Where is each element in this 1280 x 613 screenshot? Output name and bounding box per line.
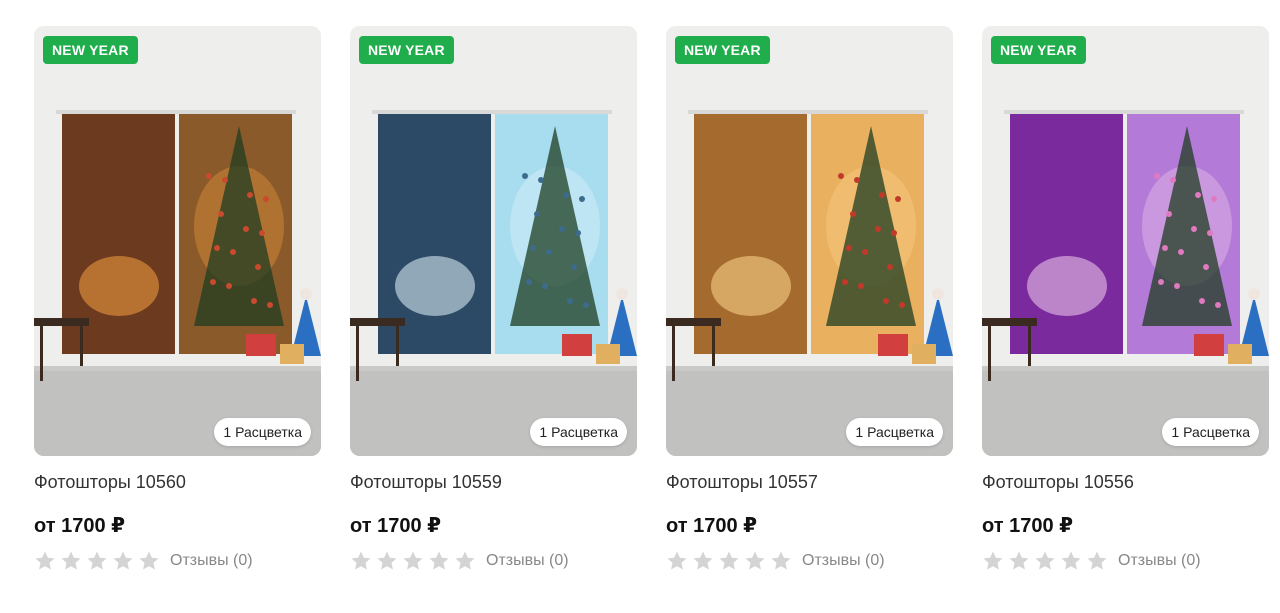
star-rating[interactable]	[350, 550, 478, 572]
star-icon[interactable]	[86, 550, 110, 572]
rating-row: Отзывы (0)	[982, 550, 1269, 572]
product-price: от 1700 ₽	[666, 515, 758, 537]
curtain-photo	[982, 26, 1269, 456]
new-year-badge: NEW YEAR	[43, 36, 138, 64]
product-title[interactable]: Фотошторы 10560	[34, 472, 321, 493]
star-icon[interactable]	[744, 550, 768, 572]
rating-row: Отзывы (0)	[34, 550, 321, 572]
color-variants-chip[interactable]: 1 Расцветка	[846, 418, 943, 446]
star-icon[interactable]	[350, 550, 374, 572]
star-icon[interactable]	[982, 550, 1006, 572]
color-variants-chip[interactable]: 1 Расцветка	[1162, 418, 1259, 446]
curtain-photo	[350, 26, 637, 456]
new-year-badge: NEW YEAR	[675, 36, 770, 64]
star-icon[interactable]	[1008, 550, 1032, 572]
new-year-badge: NEW YEAR	[359, 36, 454, 64]
star-icon[interactable]	[60, 550, 84, 572]
reviews-link[interactable]: Отзывы (0)	[486, 552, 569, 570]
star-icon[interactable]	[1086, 550, 1110, 572]
star-icon[interactable]	[138, 550, 162, 572]
star-icon[interactable]	[1034, 550, 1058, 572]
star-rating[interactable]	[982, 550, 1110, 572]
star-icon[interactable]	[454, 550, 478, 572]
product-card[interactable]: NEW YEAR 1 Расцветка Фотошторы 10560 от …	[34, 26, 321, 572]
product-price: от 1700 ₽	[982, 515, 1074, 537]
rating-row: Отзывы (0)	[666, 550, 953, 572]
curtain-photo	[666, 26, 953, 456]
product-image[interactable]: NEW YEAR 1 Расцветка	[982, 26, 1269, 456]
product-title[interactable]: Фотошторы 10559	[350, 472, 637, 493]
reviews-link[interactable]: Отзывы (0)	[170, 552, 253, 570]
product-card[interactable]: NEW YEAR 1 Расцветка Фотошторы 10556 от …	[982, 26, 1269, 572]
star-rating[interactable]	[666, 550, 794, 572]
star-icon[interactable]	[428, 550, 452, 572]
reviews-link[interactable]: Отзывы (0)	[1118, 552, 1201, 570]
star-icon[interactable]	[770, 550, 794, 572]
rating-row: Отзывы (0)	[350, 550, 637, 572]
star-icon[interactable]	[34, 550, 58, 572]
product-card[interactable]: NEW YEAR 1 Расцветка Фотошторы 10559 от …	[350, 26, 637, 572]
star-icon[interactable]	[1060, 550, 1084, 572]
star-icon[interactable]	[692, 550, 716, 572]
star-rating[interactable]	[34, 550, 162, 572]
product-title[interactable]: Фотошторы 10557	[666, 472, 953, 493]
star-icon[interactable]	[718, 550, 742, 572]
star-icon[interactable]	[376, 550, 400, 572]
product-grid: NEW YEAR 1 Расцветка Фотошторы 10560 от …	[34, 26, 1269, 572]
product-image[interactable]: NEW YEAR 1 Расцветка	[34, 26, 321, 456]
color-variants-chip[interactable]: 1 Расцветка	[530, 418, 627, 446]
new-year-badge: NEW YEAR	[991, 36, 1086, 64]
star-icon[interactable]	[402, 550, 426, 572]
product-image[interactable]: NEW YEAR 1 Расцветка	[666, 26, 953, 456]
reviews-link[interactable]: Отзывы (0)	[802, 552, 885, 570]
color-variants-chip[interactable]: 1 Расцветка	[214, 418, 311, 446]
product-title[interactable]: Фотошторы 10556	[982, 472, 1269, 493]
star-icon[interactable]	[112, 550, 136, 572]
curtain-photo	[34, 26, 321, 456]
product-card[interactable]: NEW YEAR 1 Расцветка Фотошторы 10557 от …	[666, 26, 953, 572]
product-price: от 1700 ₽	[34, 515, 126, 537]
product-price: от 1700 ₽	[350, 515, 442, 537]
product-image[interactable]: NEW YEAR 1 Расцветка	[350, 26, 637, 456]
star-icon[interactable]	[666, 550, 690, 572]
